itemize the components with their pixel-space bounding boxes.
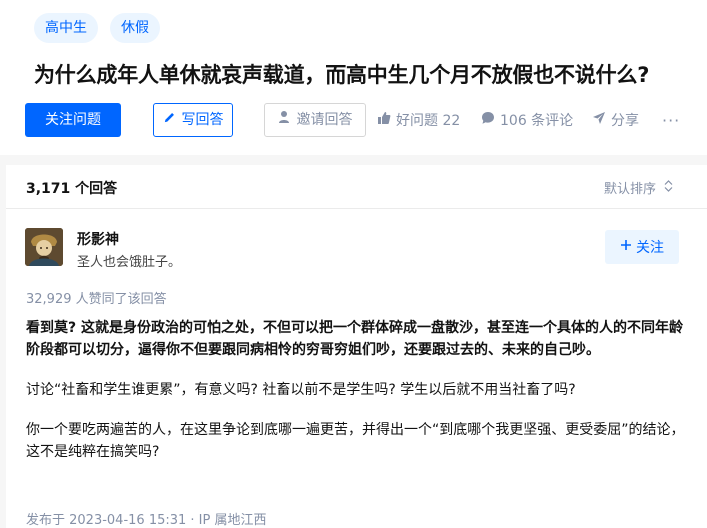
answer-content[interactable]: 看到莫? 这就是身份政治的可怕之处，不但可以把一个群体碎成一盘散沙，甚至连一个具… [26,317,686,481]
sort-label: 默认排序 [603,182,656,197]
publish-info: 发布于 2023-04-16 15:31 · IP 属地江西 [26,513,267,528]
topic-tag[interactable]: 休假 [110,13,160,43]
topic-tag[interactable]: 高中生 [34,13,98,43]
question-title[interactable]: 为什么成年人单休就哀声载道，而高中生几个月不放假也不说什么? [34,60,694,90]
answer-list-header: 3,171 个回答 默认排序 [6,165,707,209]
pencil-icon [163,104,176,136]
share-icon [592,111,606,129]
question-header: 高中生 休假 为什么成年人单休就哀声载道，而高中生几个月不放假也不说什么? 关注… [0,0,707,155]
answer-card: 3,171 个回答 默认排序 形影神 圣人也会饿肚子。 关注 32,929 人赞… [6,165,707,528]
author-name[interactable]: 形影神 [77,229,119,249]
share-button[interactable]: 分享 [592,103,639,137]
thumb-up-icon [377,111,391,129]
follow-author-label: 关注 [636,240,664,256]
answer-paragraph: 讨论“社畜和学生谁更累”，有意义吗? 社畜以前不是学生吗? 学生以后就不用当社畜… [26,382,576,398]
comment-icon [481,111,495,129]
share-label: 分享 [611,113,639,129]
author-bio: 圣人也会饿肚子。 [77,255,182,270]
write-answer-label: 写回答 [181,112,224,128]
topic-list: 高中生 休假 [34,13,160,43]
more-icon[interactable]: ··· [662,103,680,137]
plus-icon [620,239,632,255]
answer-paragraph: 你一个要吃两遍苦的人，在这里争论到底哪一遍更苦，并得出一个“到底哪个我更坚强、更… [26,422,685,460]
follow-author-button[interactable]: 关注 [605,230,679,264]
sort-icon [664,179,673,196]
answer-count: 3,171 个回答 [26,181,118,197]
good-question-button[interactable]: 好问题 22 [377,103,460,137]
question-actions: 关注问题 写回答 邀请回答 好问题 22 106 条评论 分享 ··· [25,103,695,137]
comments-button[interactable]: 106 条评论 [481,103,573,137]
follow-question-button[interactable]: 关注问题 [25,103,121,137]
good-question-label: 好问题 22 [396,113,461,129]
write-answer-button[interactable]: 写回答 [153,103,233,137]
invite-answer-button[interactable]: 邀请回答 [264,103,366,137]
invite-answer-label: 邀请回答 [296,112,353,128]
invite-icon [278,104,291,136]
answer-paragraph: 看到莫? 这就是身份政治的可怕之处，不但可以把一个群体碎成一盘散沙，甚至连一个具… [26,320,683,358]
avatar-image[interactable] [25,228,63,266]
sort-dropdown[interactable]: 默认排序 [604,178,673,197]
comments-label: 106 条评论 [500,113,574,129]
vote-info: 32,929 人赞同了该回答 [26,292,167,307]
